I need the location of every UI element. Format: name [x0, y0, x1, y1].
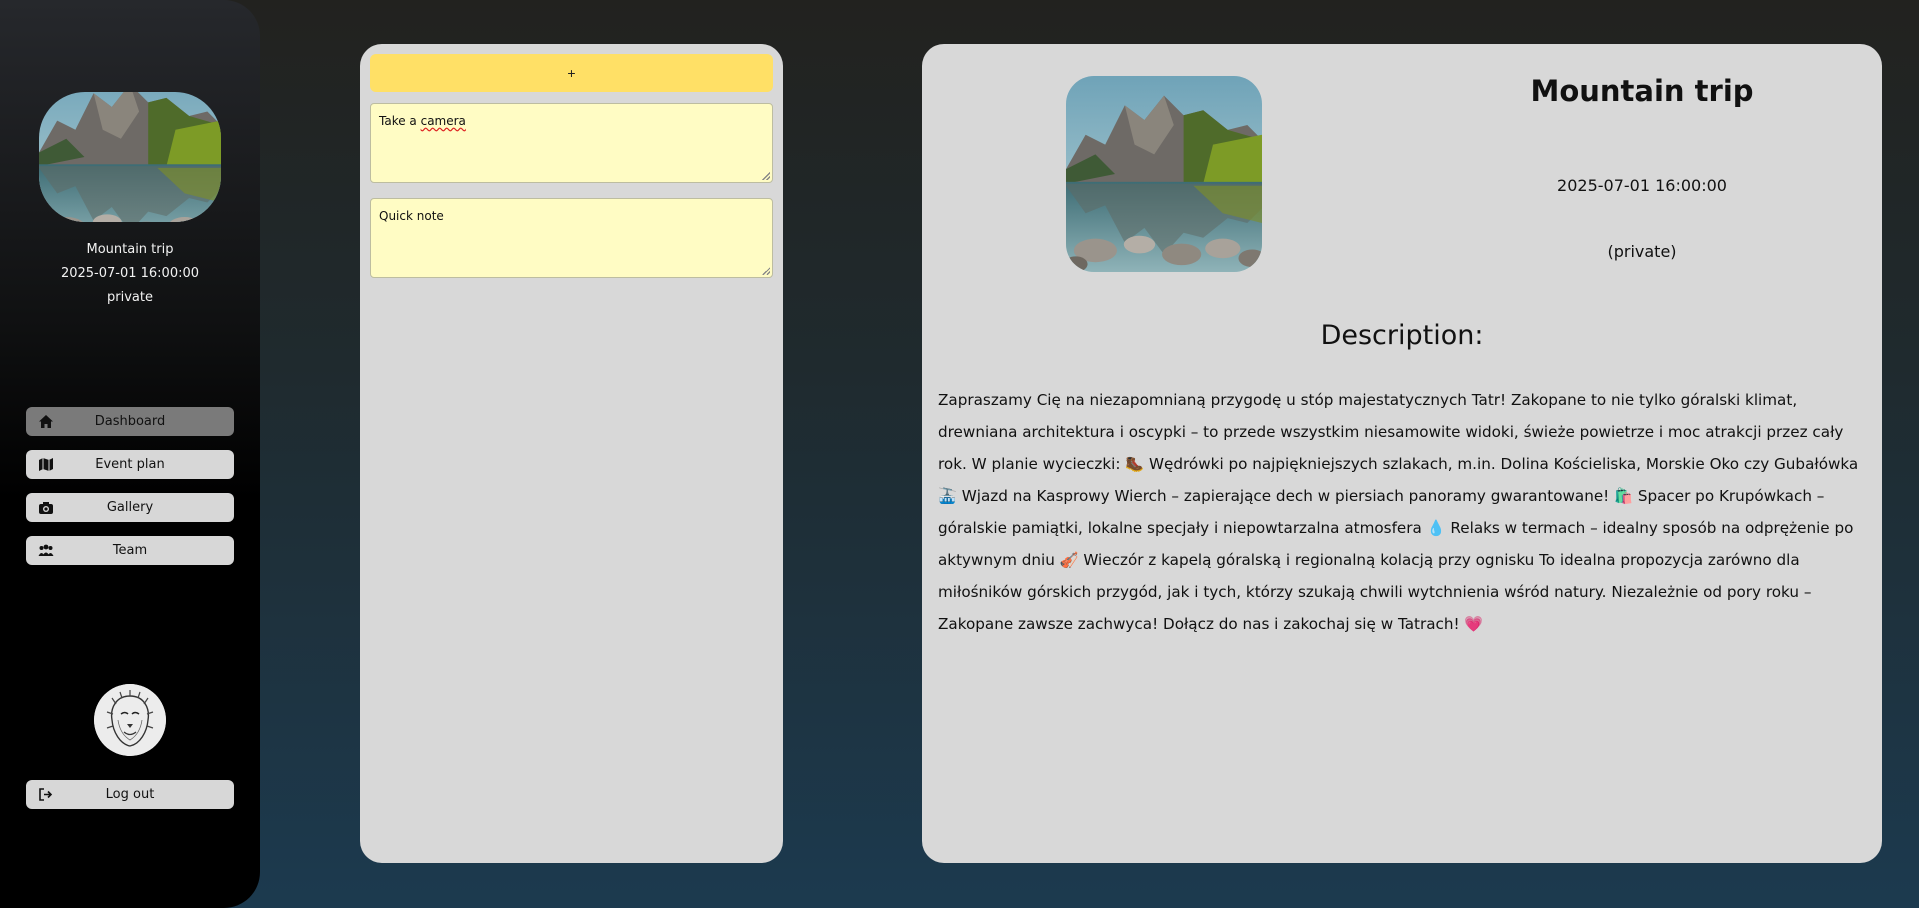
users-icon: [38, 544, 54, 556]
logout-button[interactable]: Log out: [26, 780, 234, 809]
sidebar-nav: Dashboard Event plan Gallery Team: [26, 407, 234, 579]
sidebar-item-dashboard[interactable]: Dashboard: [26, 407, 234, 436]
sidebar-item-label: Event plan: [95, 457, 165, 472]
note-text: Quick note: [379, 209, 444, 223]
misspelled-word: camera: [420, 114, 466, 128]
sidebar-event-date: 2025-07-01 16:00:00: [60, 266, 200, 281]
event-date: 2025-07-01 16:00:00: [1557, 176, 1727, 195]
home-icon: [39, 415, 53, 428]
add-note-button[interactable]: +: [370, 54, 773, 92]
avatar[interactable]: [94, 684, 166, 756]
camera-icon: [39, 502, 53, 514]
logout-label: Log out: [105, 787, 155, 802]
logout-icon: [39, 788, 53, 801]
sidebar-item-team[interactable]: Team: [26, 536, 234, 565]
event-privacy: (private): [1607, 242, 1677, 261]
note-textarea[interactable]: Quick note: [370, 198, 773, 278]
event-description: Zapraszamy Cię na niezapomnianą przygodę…: [938, 391, 1859, 633]
resize-handle[interactable]: [762, 172, 770, 180]
event-title: Mountain trip: [1530, 74, 1754, 108]
sidebar-item-label: Dashboard: [94, 414, 166, 429]
sidebar: Mountain trip 2025-07-01 16:00:00 privat…: [0, 0, 260, 908]
event-photo: [1066, 76, 1262, 272]
sidebar-item-label: Team: [112, 543, 148, 558]
sidebar-item-event-plan[interactable]: Event plan: [26, 450, 234, 479]
event-thumbnail: [39, 92, 221, 222]
notes-panel: + Take a camera Quick note: [360, 44, 783, 863]
note-text: Take a: [379, 114, 421, 128]
sidebar-event-info: Mountain trip 2025-07-01 16:00:00 privat…: [0, 238, 260, 310]
sidebar-event-privacy: private: [107, 290, 153, 305]
sidebar-item-label: Gallery: [106, 500, 154, 515]
map-icon: [39, 458, 53, 471]
sidebar-event-title: Mountain trip: [86, 242, 174, 257]
note-textarea[interactable]: Take a camera: [370, 103, 773, 183]
sidebar-item-gallery[interactable]: Gallery: [26, 493, 234, 522]
lion-sketch-icon: [94, 684, 166, 756]
event-detail-panel: Mountain trip 2025-07-01 16:00:00 (priva…: [922, 44, 1882, 863]
resize-handle[interactable]: [762, 267, 770, 275]
description-heading: Description:: [1320, 320, 1484, 351]
